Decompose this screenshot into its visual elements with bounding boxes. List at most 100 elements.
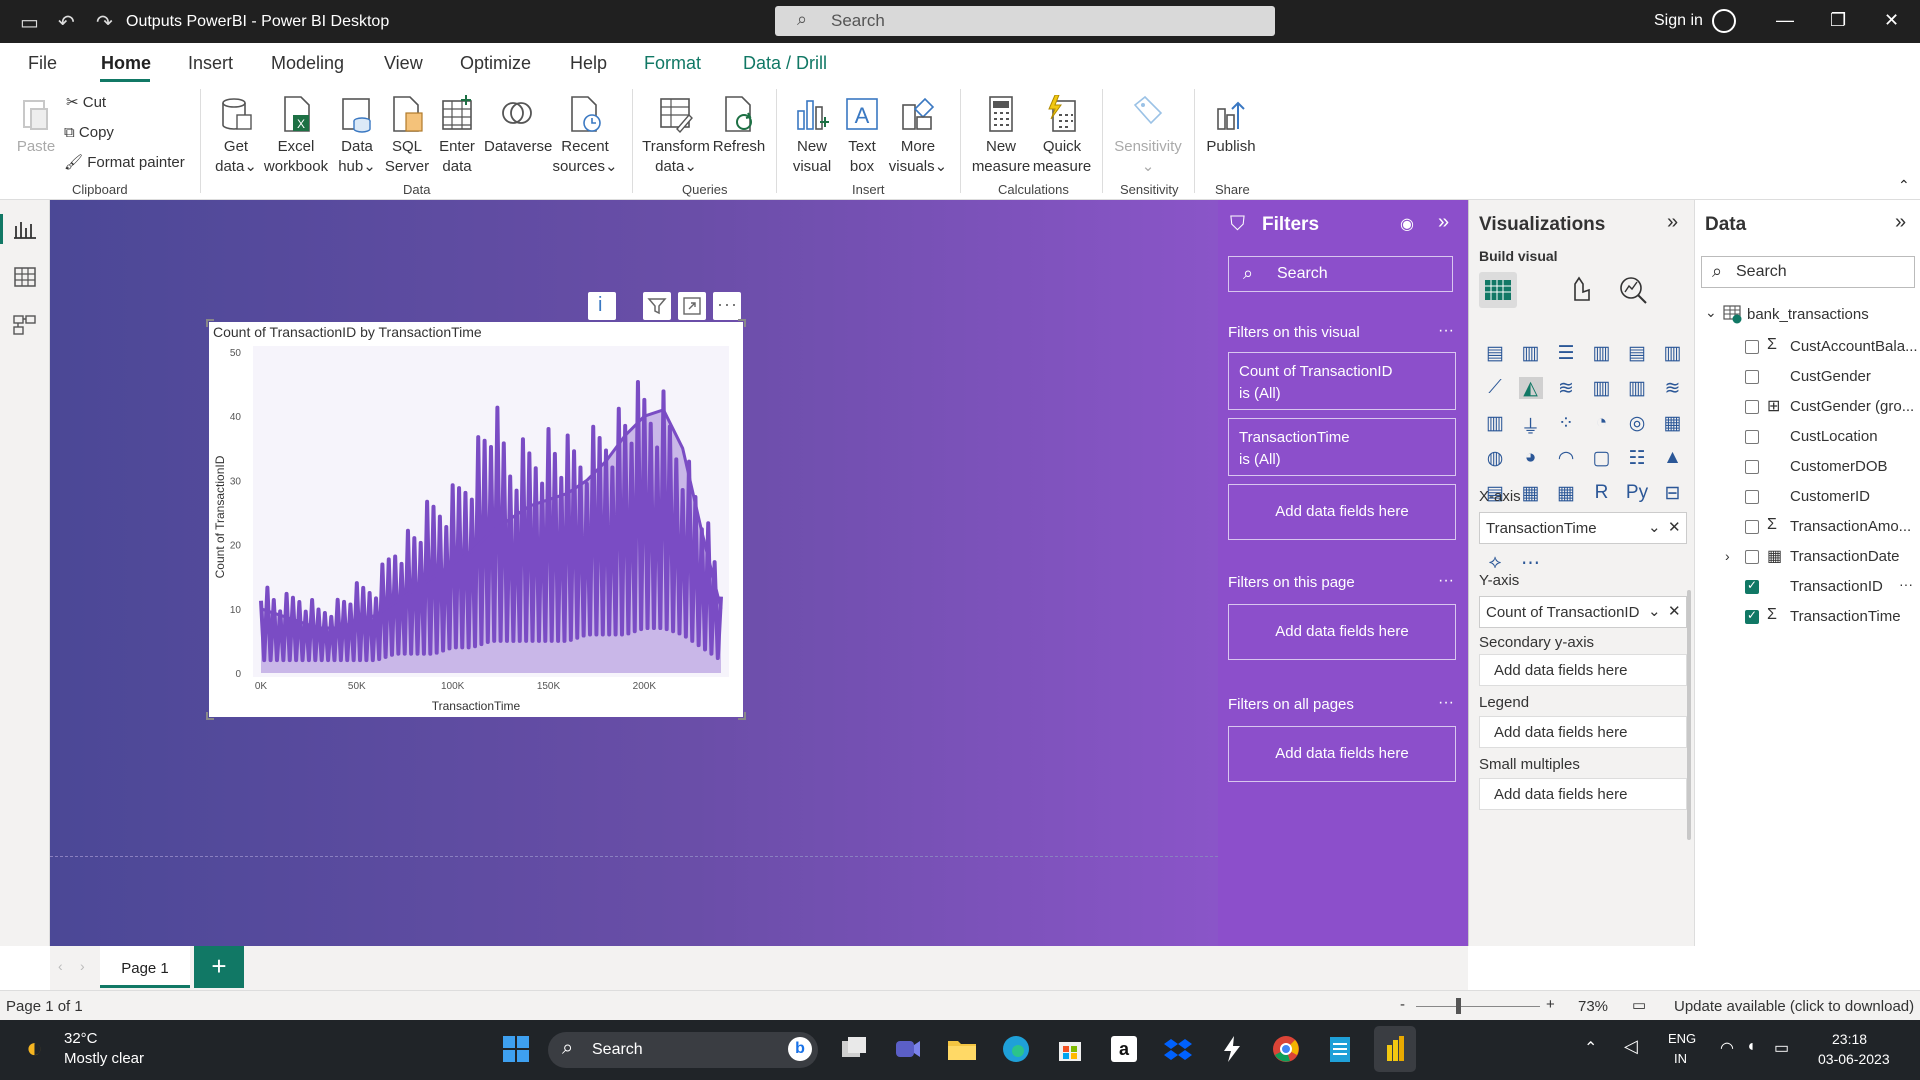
eye-icon[interactable]: ◉ [1400,214,1414,234]
field-checkbox[interactable] [1745,340,1759,354]
key-influencers-visual-icon[interactable]: ⊟ [1661,482,1685,504]
tab-file[interactable]: File [28,53,57,74]
line-stacked-column-visual-icon[interactable]: ▥ [1590,377,1614,399]
edge-browser-icon[interactable] [1000,1033,1032,1065]
field-checkbox[interactable] [1745,520,1759,534]
wifi-icon[interactable]: ◠ [1720,1038,1734,1058]
power-automate-visual-icon[interactable]: ⟡ [1483,552,1507,574]
zoom-level[interactable]: 73% [1578,998,1608,1015]
area-visual-icon[interactable]: ◭ [1518,377,1543,399]
clustered-column-visual-icon[interactable]: ▥ [1590,342,1614,364]
kpi-visual-icon[interactable]: ▲ [1661,447,1685,469]
weather-desc[interactable]: Mostly clear [64,1050,144,1067]
100-bar-visual-icon[interactable]: ▤ [1625,342,1649,364]
line-visual-icon[interactable]: ⟋ [1483,377,1507,399]
multi-row-card-visual-icon[interactable]: ☷ [1625,447,1649,469]
field-item[interactable]: CustLocation [1790,428,1878,445]
donut-visual-icon[interactable]: ◎ [1625,412,1649,434]
python-visual-visual-icon[interactable]: Py [1625,482,1649,504]
field-item[interactable]: CustGender [1790,368,1871,385]
stacked-area-visual-icon[interactable]: ≋ [1554,377,1578,399]
field-item[interactable]: CustGender (gro... [1790,398,1914,415]
filters-visual-drop-zone[interactable]: Add data fields here [1228,484,1456,540]
visual-filter-button[interactable] [643,292,671,320]
legend-drop-zone[interactable]: Add data fields here [1479,716,1687,748]
taskbar-search-box[interactable]: ⌕ Search b [548,1032,818,1068]
tab-format[interactable]: Format [644,53,701,74]
table-visual-icon[interactable]: ▦ [1519,482,1543,504]
fit-to-page-icon[interactable]: ▭ [1632,996,1646,1014]
refresh-button[interactable]: Refresh [712,95,766,157]
filters-page-drop-zone[interactable]: Add data fields here [1228,604,1456,660]
tab-modeling[interactable]: Modeling [271,53,344,74]
field-checkbox[interactable]: ✓ [1745,578,1759,594]
tray-overflow-icon[interactable]: ⌃ [1584,1038,1597,1058]
field-checkbox[interactable]: ✓ [1745,608,1759,624]
field-checkbox[interactable] [1745,490,1759,504]
windows-start-icon[interactable] [500,1033,532,1065]
excel-workbook-button[interactable]: X Excel workbook [262,95,330,177]
resize-handle[interactable] [206,319,214,327]
chevron-down-icon[interactable]: ⌄ [1648,518,1661,536]
report-view-icon[interactable] [12,218,38,240]
field-item[interactable]: TransactionAmo... [1790,518,1911,535]
scroll-left-icon[interactable]: ‹ [58,958,63,974]
text-box-button[interactable]: A Text box [838,95,886,177]
model-view-icon[interactable] [12,314,38,336]
microsoft-store-icon[interactable] [1054,1033,1086,1065]
filled-map-visual-icon[interactable]: ◕ [1519,447,1543,469]
transform-data-button[interactable]: Transform data⌄ [640,95,712,177]
table-name[interactable]: bank_transactions [1747,306,1869,323]
restore-icon[interactable]: ❐ [1830,10,1846,31]
treemap-visual-icon[interactable]: ▦ [1661,412,1685,434]
dataverse-button[interactable]: Dataverse [484,95,552,157]
field-checkbox[interactable] [1745,430,1759,444]
paste-button[interactable]: Paste [14,95,58,157]
teams-chat-icon[interactable] [892,1033,924,1065]
visual-focus-button[interactable] [678,292,706,320]
page-tab[interactable]: Page 1 [100,946,190,988]
notepad-icon[interactable] [1324,1033,1356,1065]
x-axis-field-chip[interactable]: TransactionTime ⌄ ✕ [1479,512,1687,544]
tab-view[interactable]: View [384,53,423,74]
visual-more-options-button[interactable]: ··· [713,292,741,320]
zoom-in-icon[interactable]: + [1546,996,1555,1013]
collapse-filters-icon[interactable]: » [1438,211,1449,234]
weather-icon[interactable]: ◐ [26,1032,43,1064]
visualizations-scrollbar[interactable] [1687,590,1691,840]
recent-sources-button[interactable]: Recent sources⌄ [552,95,618,177]
lightning-app-icon[interactable] [1216,1033,1248,1065]
clock-time[interactable]: 23:18 [1832,1031,1867,1047]
collapse-data-icon[interactable]: » [1895,211,1906,234]
pie-visual-icon[interactable]: ◔ [1590,412,1614,434]
title-search-box[interactable]: ⌕ Search [775,6,1275,36]
more-options-icon[interactable]: ··· [1438,572,1454,590]
get-data-button[interactable]: Get data⌄ [212,95,260,177]
filter-card-count-transactionid[interactable]: Count of TransactionID is (All) [1228,352,1456,410]
more-options-icon[interactable]: ··· [1438,322,1454,340]
weather-temp[interactable]: 32°C [64,1030,98,1047]
card-visual-icon[interactable]: ▢ [1590,447,1614,469]
tab-insert[interactable]: Insert [188,53,233,74]
copy-button[interactable]: ⧉ Copy [64,123,114,143]
map-visual-icon[interactable]: ◍ [1483,447,1507,469]
funnel-visual-icon[interactable]: ⏚ [1519,412,1543,438]
chrome-icon[interactable] [1270,1033,1302,1065]
field-checkbox[interactable] [1745,400,1759,414]
battery-icon[interactable]: ▭ [1774,1038,1789,1058]
table-view-icon[interactable] [12,266,38,288]
collapse-ribbon-icon[interactable]: ⌃ [1898,177,1910,194]
field-more-options-icon[interactable]: ··· [1899,576,1913,592]
visual-info-button[interactable]: i [588,292,616,320]
secondary-y-axis-drop-zone[interactable]: Add data fields here [1479,654,1687,686]
chevron-down-icon[interactable]: ⌄ [1648,602,1661,620]
cut-button[interactable]: ✂ Cut [66,93,106,113]
location-icon[interactable]: ◁ [1624,1036,1638,1057]
sign-in-link[interactable]: Sign in [1654,12,1703,30]
add-page-button[interactable]: + [194,946,244,988]
task-view-icon[interactable] [838,1033,870,1065]
close-icon[interactable]: ✕ [1884,10,1899,31]
build-visual-tab[interactable] [1479,272,1517,308]
collapse-visualizations-icon[interactable]: » [1667,211,1678,234]
stacked-bar-visual-icon[interactable]: ▤ [1483,342,1507,364]
